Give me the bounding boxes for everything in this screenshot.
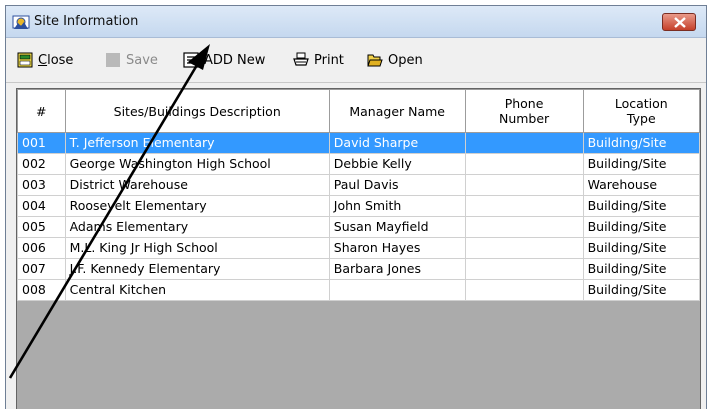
table-row[interactable]: 007 J.F. Kennedy Elementary Barbara Jones B… (17, 258, 700, 280)
row-description-cell[interactable]: Central Kitchen (64, 279, 330, 301)
close-mnemonic: C (38, 52, 48, 68)
sites-table: # Sites/Buildings Description Manager Na… (17, 89, 700, 301)
column-header-location-type[interactable]: Location Type (582, 89, 700, 133)
add-new-label: ADD New (204, 52, 266, 68)
row-number-cell[interactable]: 005 (17, 216, 66, 238)
table-row[interactable]: 003 District Warehouse Paul Davis Warehouse (17, 174, 700, 196)
row-number-cell[interactable]: 003 (17, 174, 66, 196)
row-number-cell[interactable]: 008 (17, 279, 66, 301)
window-title: Site Information (34, 14, 139, 29)
row-description-cell[interactable]: District Warehouse (64, 174, 330, 196)
row-manager-cell[interactable]: Debbie Kelly (328, 153, 466, 175)
column-header-number[interactable]: # (17, 89, 66, 133)
row-location-type-cell[interactable]: Building/Site (582, 132, 700, 154)
close-button[interactable]: Close (16, 49, 73, 71)
sites-grid[interactable]: # Sites/Buildings Description Manager Na… (16, 88, 701, 409)
row-location-type-cell[interactable]: Building/Site (582, 195, 700, 217)
row-phone-cell[interactable] (464, 258, 584, 280)
row-phone-cell[interactable] (464, 153, 584, 175)
row-location-type-cell[interactable]: Building/Site (582, 153, 700, 175)
row-manager-cell[interactable]: John Smith (328, 195, 466, 217)
site-information-window: Site Information Close Save ADD New Prin… (5, 5, 707, 409)
row-description-cell[interactable]: Roosevelt Elementary (64, 195, 330, 217)
row-location-type-cell[interactable]: Building/Site (582, 237, 700, 259)
row-phone-cell[interactable] (464, 279, 584, 301)
table-row[interactable]: 002 George Washington High School Debbie K… (17, 153, 700, 175)
table-row[interactable]: 004 Roosevelt Elementary John Smith Buildin… (17, 195, 700, 217)
app-icon (12, 15, 30, 29)
row-location-type-cell[interactable]: Building/Site (582, 279, 700, 301)
table-header-row: # Sites/Buildings Description Manager Na… (17, 89, 700, 133)
table-row[interactable]: 008 Central Kitchen Building/Site (17, 279, 700, 301)
save-button[interactable]: Save (104, 49, 158, 71)
column-header-description[interactable]: Sites/Buildings Description (64, 89, 330, 133)
open-folder-icon (367, 54, 383, 67)
close-door-icon (17, 52, 33, 68)
row-manager-cell[interactable]: Paul Davis (328, 174, 466, 196)
row-description-cell[interactable]: J.F. Kennedy Elementary (64, 258, 330, 280)
row-phone-cell[interactable] (464, 174, 584, 196)
column-header-phone[interactable]: Phone Number (464, 89, 584, 133)
add-document-icon (183, 52, 199, 68)
row-number-cell[interactable]: 006 (17, 237, 66, 259)
close-label: lose (47, 52, 74, 68)
row-description-cell[interactable]: M.L. King Jr High School (64, 237, 330, 259)
row-number-cell[interactable]: 001 (17, 132, 66, 154)
row-description-cell[interactable]: Adams Elementary (64, 216, 330, 238)
row-description-cell[interactable]: George Washington High School (64, 153, 330, 175)
row-manager-cell[interactable]: Sharon Hayes (328, 237, 466, 259)
open-button[interactable]: Open (366, 49, 423, 71)
print-button[interactable]: Print (292, 49, 344, 71)
row-manager-cell[interactable]: Barbara Jones (328, 258, 466, 280)
location-type-header-text: Location Type (614, 96, 668, 126)
row-number-cell[interactable]: 002 (17, 153, 66, 175)
row-phone-cell[interactable] (464, 237, 584, 259)
window-close-button[interactable] (662, 13, 696, 31)
column-header-manager[interactable]: Manager Name (328, 89, 466, 133)
table-row[interactable]: 006 M.L. King Jr High School Sharon Hayes B… (17, 237, 700, 259)
row-manager-cell[interactable]: David Sharpe (328, 132, 466, 154)
row-phone-cell[interactable] (464, 195, 584, 217)
row-location-type-cell[interactable]: Building/Site (582, 216, 700, 238)
toolbar: Close Save ADD New Print Open (6, 39, 706, 83)
print-label: Print (314, 52, 344, 68)
printer-icon (293, 52, 309, 66)
table-row[interactable]: 001 T. Jefferson Elementary David Sharpe Bu… (17, 132, 700, 154)
open-label: Open (388, 52, 423, 68)
row-location-type-cell[interactable]: Building/Site (582, 258, 700, 280)
row-description-cell[interactable]: T. Jefferson Elementary (64, 132, 330, 154)
row-manager-cell[interactable] (328, 279, 466, 301)
row-phone-cell[interactable] (464, 216, 584, 238)
row-number-cell[interactable]: 007 (17, 258, 66, 280)
save-label: Save (126, 52, 158, 68)
add-new-button[interactable]: ADD New (182, 49, 265, 71)
title-bar[interactable]: Site Information (6, 6, 706, 38)
table-body: 001 T. Jefferson Elementary David Sharpe Bu… (17, 132, 700, 301)
close-icon (674, 17, 686, 28)
row-number-cell[interactable]: 004 (17, 195, 66, 217)
save-icon (106, 53, 120, 67)
phone-header-text: Phone Number (498, 96, 550, 126)
row-phone-cell[interactable] (464, 132, 584, 154)
row-location-type-cell[interactable]: Warehouse (582, 174, 700, 196)
row-manager-cell[interactable]: Susan Mayfield (328, 216, 466, 238)
table-row[interactable]: 005 Adams Elementary Susan Mayfield Buildin… (17, 216, 700, 238)
